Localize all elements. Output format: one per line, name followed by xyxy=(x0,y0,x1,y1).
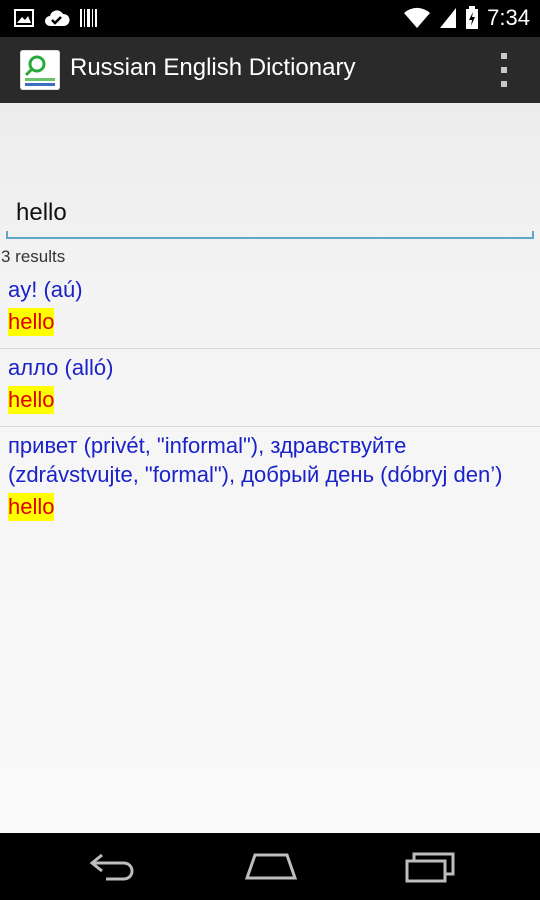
results-list: ay! (aú) hello алло (alló) hello привет … xyxy=(0,271,540,533)
notification-icons xyxy=(14,8,98,28)
russian-term: алло (alló) xyxy=(8,355,114,380)
russian-term: ay! (aú) xyxy=(8,277,83,302)
english-term: hello xyxy=(8,493,55,521)
app-logo-icon[interactable] xyxy=(20,50,60,90)
list-item[interactable]: ay! (aú) hello xyxy=(0,271,540,349)
search-input[interactable] xyxy=(16,199,516,227)
list-item[interactable]: алло (alló) hello xyxy=(0,349,540,427)
back-icon[interactable] xyxy=(88,851,138,881)
clock: 7:34 xyxy=(487,5,530,30)
overflow-menu-icon[interactable] xyxy=(498,53,510,87)
list-item[interactable]: привет (privét, "informal"), здравствуйт… xyxy=(0,427,540,533)
main-content: 3 results ay! (aú) hello алло (alló) hel… xyxy=(0,103,540,833)
battery-icon xyxy=(466,6,479,29)
russian-term: привет (privét, "informal"), здравствуйт… xyxy=(8,433,503,487)
barcode-icon xyxy=(80,9,97,27)
home-icon[interactable] xyxy=(244,851,298,881)
result-count: 3 results xyxy=(1,247,66,266)
status-bar: 7:34 xyxy=(0,0,540,37)
wifi-icon xyxy=(404,7,431,28)
english-term: hello xyxy=(8,386,55,414)
checkmark-cloud-icon xyxy=(45,10,70,26)
english-term: hello xyxy=(8,308,55,336)
signal-icon xyxy=(440,8,457,28)
navigation-bar xyxy=(0,833,540,900)
recent-apps-icon[interactable] xyxy=(404,851,456,883)
image-icon xyxy=(14,9,34,27)
action-bar: Russian English Dictionary xyxy=(0,37,540,104)
system-icons: 7:34 xyxy=(403,5,530,31)
app-title: Russian English Dictionary xyxy=(70,54,356,81)
search-field-container xyxy=(6,193,534,239)
